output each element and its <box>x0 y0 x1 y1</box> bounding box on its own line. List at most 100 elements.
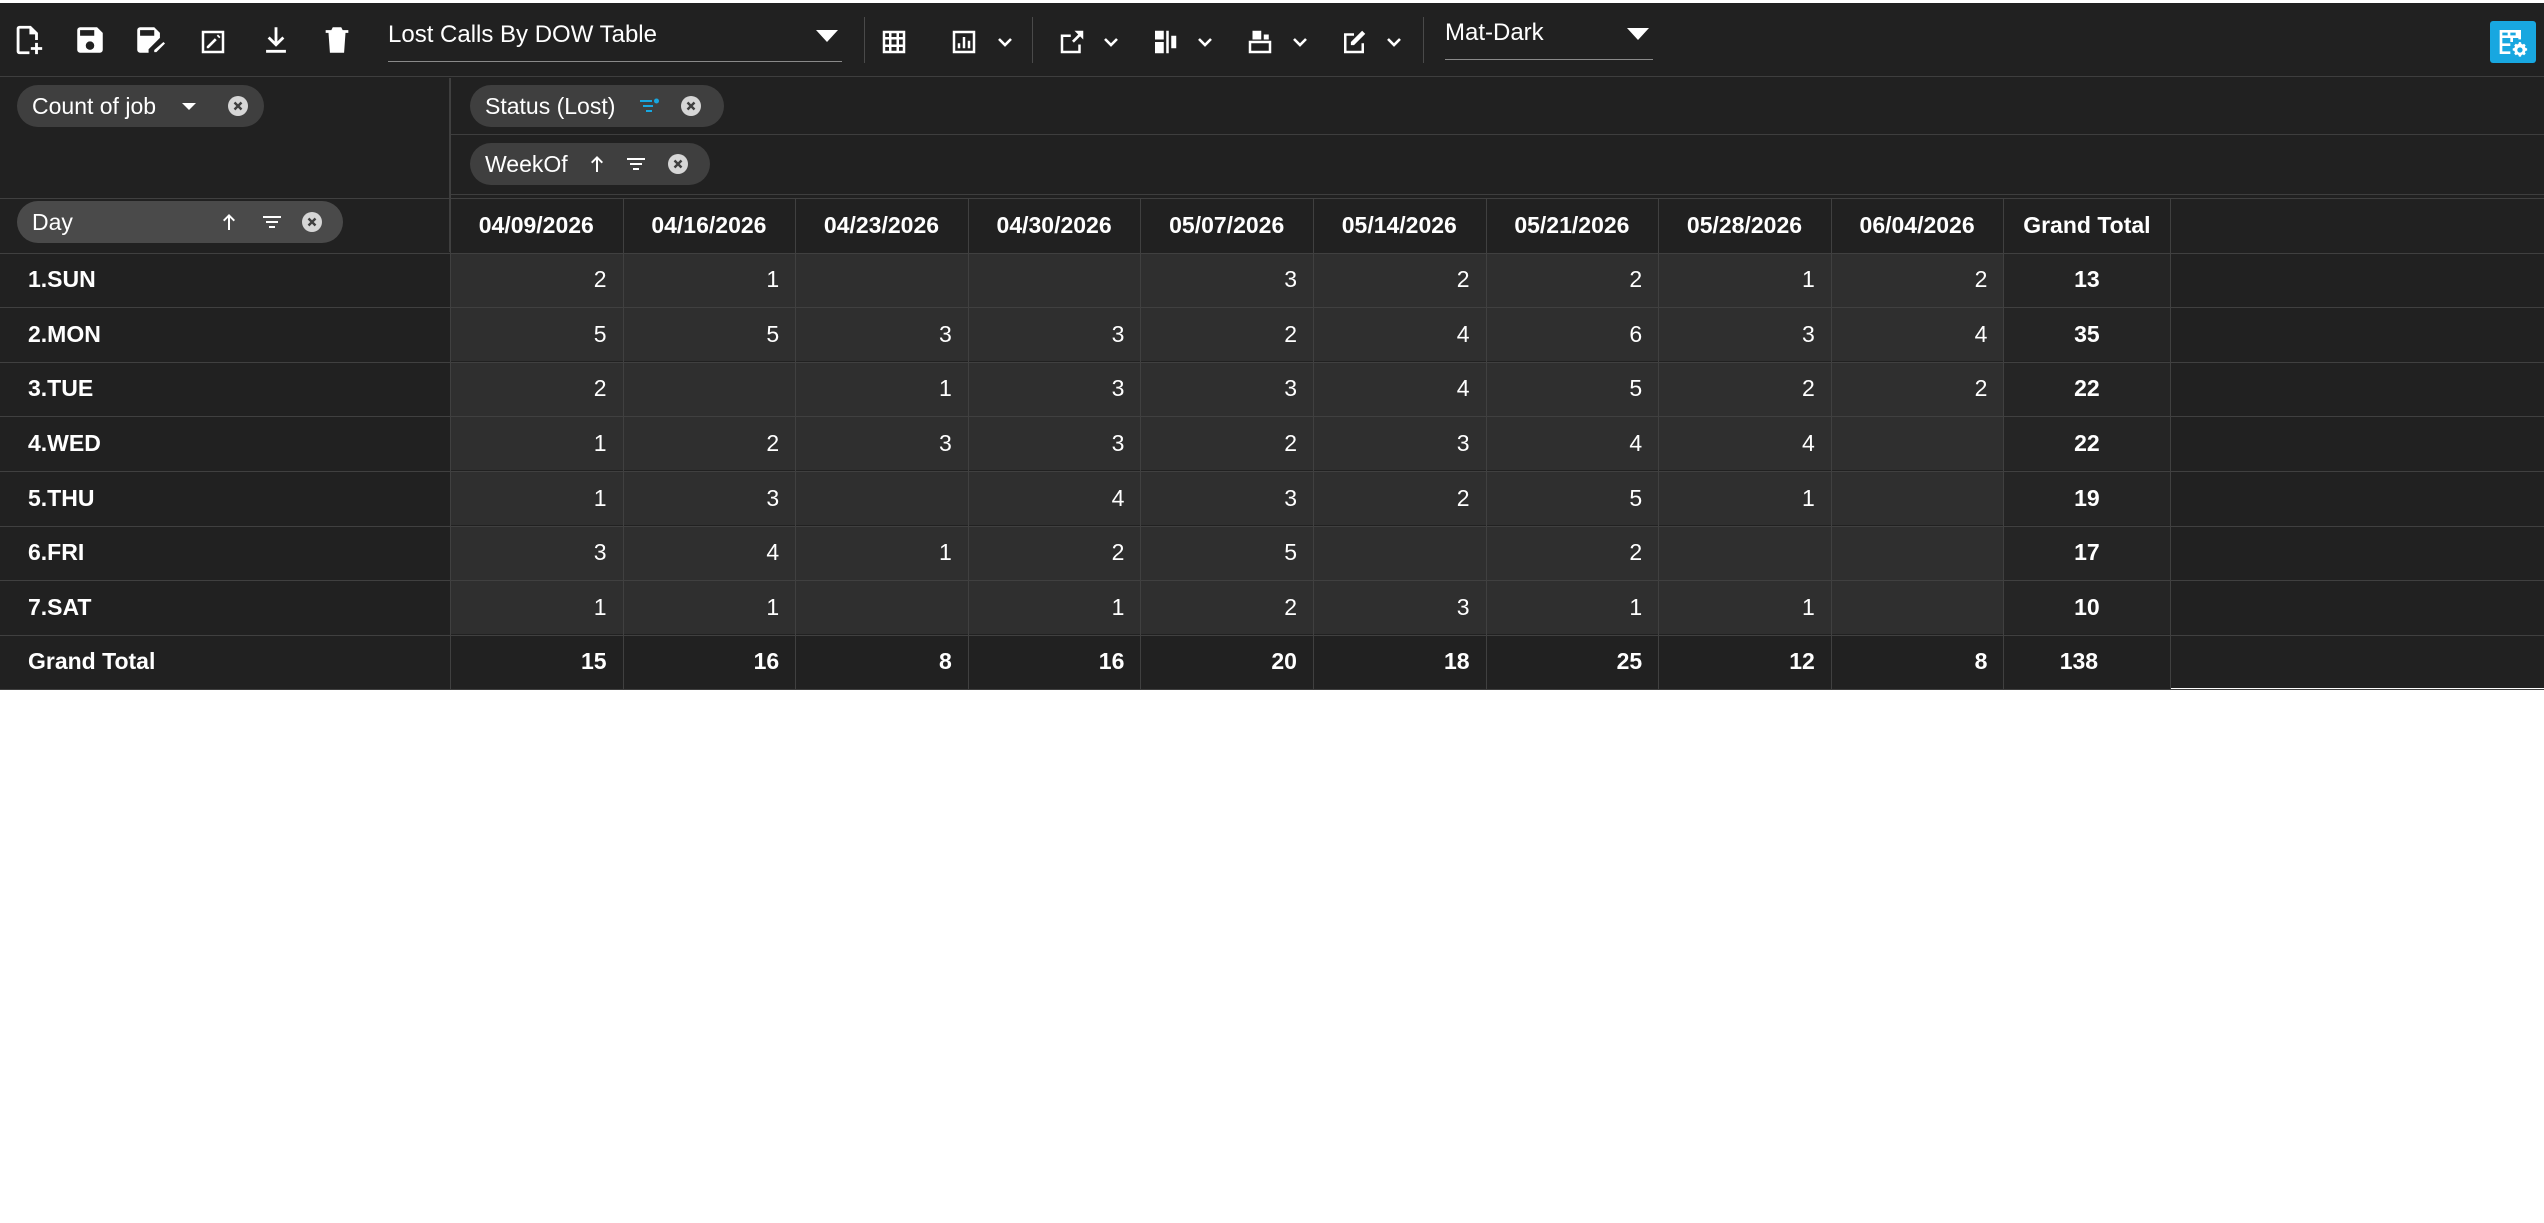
table-cell[interactable]: 1 <box>450 580 623 635</box>
grand-total-cell[interactable]: 15 <box>450 634 623 689</box>
table-cell[interactable]: 6 <box>1485 307 1659 362</box>
table-cell[interactable]: 2 <box>967 525 1141 580</box>
grand-total-cell[interactable]: 8 <box>1830 634 2004 689</box>
filter-icon[interactable] <box>637 94 661 118</box>
table-cell[interactable]: 3 <box>967 307 1141 362</box>
delete-icon[interactable] <box>315 18 359 62</box>
chevron-down-icon[interactable] <box>1382 30 1406 54</box>
settings-icon[interactable] <box>2490 21 2536 63</box>
table-cell[interactable]: 4 <box>967 471 1141 525</box>
table-cell[interactable] <box>795 580 968 635</box>
table-cell[interactable]: 2 <box>622 416 796 471</box>
table-cell[interactable]: 2 <box>1485 525 1659 580</box>
grand-total-cell[interactable]: 20 <box>1140 634 1313 689</box>
row-header[interactable]: 6.FRI <box>0 525 450 580</box>
download-icon[interactable] <box>254 18 298 62</box>
table-cell[interactable] <box>795 471 968 525</box>
table-cell[interactable]: 1 <box>1658 252 1831 307</box>
table-cell[interactable]: 5 <box>622 307 796 362</box>
chevron-down-icon[interactable] <box>993 30 1017 54</box>
table-cell[interactable]: 1 <box>450 471 623 525</box>
table-cell[interactable] <box>967 252 1141 307</box>
table-cell[interactable]: 2 <box>1485 252 1659 307</box>
table-cell[interactable]: 1 <box>1658 471 1831 525</box>
table-cell[interactable]: 4 <box>1313 361 1486 416</box>
table-cell[interactable]: 3 <box>1313 580 1486 635</box>
table-cell[interactable]: 2 <box>1140 580 1313 635</box>
table-cell[interactable]: 2 <box>1140 416 1313 471</box>
row-grand-total[interactable]: 19 <box>2003 471 2171 525</box>
edit-icon[interactable] <box>1332 20 1376 64</box>
table-cell[interactable]: 1 <box>967 580 1141 635</box>
column-header[interactable]: 05/14/2026 <box>1313 198 1486 252</box>
row-header[interactable]: 7.SAT <box>0 580 450 635</box>
table-cell[interactable]: 1 <box>450 416 623 471</box>
row-grand-total[interactable]: 13 <box>2003 252 2171 307</box>
grand-total-cell[interactable]: 8 <box>795 634 968 689</box>
table-cell[interactable]: 3 <box>967 416 1141 471</box>
close-icon[interactable] <box>679 94 703 118</box>
row-grand-total[interactable]: 35 <box>2003 307 2171 362</box>
table-cell[interactable] <box>622 361 796 416</box>
column-header[interactable]: 05/21/2026 <box>1485 198 1659 252</box>
table-cell[interactable]: 4 <box>1658 416 1831 471</box>
measure-chip[interactable]: Count of job <box>17 85 264 127</box>
export-icon[interactable] <box>1050 20 1094 64</box>
column-header[interactable]: 04/09/2026 <box>450 198 623 252</box>
table-cell[interactable]: 1 <box>1658 580 1831 635</box>
chevron-down-icon[interactable] <box>1288 30 1312 54</box>
grand-total-cell[interactable]: 25 <box>1485 634 1659 689</box>
table-cell[interactable]: 4 <box>622 525 796 580</box>
column-header[interactable]: 05/28/2026 <box>1658 198 1831 252</box>
grand-total-overall[interactable]: 138 <box>2003 634 2171 689</box>
table-cell[interactable] <box>1658 525 1831 580</box>
table-cell[interactable]: 4 <box>1313 307 1486 362</box>
save-as-icon[interactable] <box>128 18 172 62</box>
filter-icon[interactable] <box>624 152 648 176</box>
table-cell[interactable]: 3 <box>1658 307 1831 362</box>
new-report-icon[interactable] <box>6 18 50 62</box>
row-grand-total[interactable]: 10 <box>2003 580 2171 635</box>
sort-ascending-icon[interactable] <box>585 152 609 176</box>
row-grand-total[interactable]: 22 <box>2003 416 2171 471</box>
grand-total-cell[interactable]: 16 <box>967 634 1141 689</box>
rename-icon[interactable] <box>191 20 235 64</box>
save-icon[interactable] <box>68 18 112 62</box>
row-header[interactable]: 2.MON <box>0 307 450 362</box>
table-cell[interactable]: 4 <box>1830 307 2004 362</box>
table-cell[interactable]: 2 <box>1830 361 2004 416</box>
table-cell[interactable]: 2 <box>1140 307 1313 362</box>
column-field-chip-weekof[interactable]: WeekOf <box>470 143 710 185</box>
table-cell[interactable]: 2 <box>1658 361 1831 416</box>
table-cell[interactable]: 4 <box>1485 416 1659 471</box>
table-cell[interactable]: 3 <box>1140 361 1313 416</box>
table-cell[interactable]: 3 <box>795 307 968 362</box>
column-field-chip-status[interactable]: Status (Lost) <box>470 85 724 127</box>
table-cell[interactable]: 2 <box>450 361 623 416</box>
chevron-down-icon[interactable] <box>1193 30 1217 54</box>
column-header[interactable]: 04/30/2026 <box>967 198 1141 252</box>
theme-select[interactable]: Mat-Dark <box>1445 13 1653 60</box>
table-cell[interactable] <box>1830 580 2004 635</box>
row-grand-total[interactable]: 17 <box>2003 525 2171 580</box>
table-cell[interactable]: 1 <box>795 525 968 580</box>
caret-down-icon[interactable] <box>177 94 201 118</box>
table-cell[interactable]: 3 <box>450 525 623 580</box>
row-header[interactable]: 4.WED <box>0 416 450 471</box>
table-cell[interactable] <box>795 252 968 307</box>
row-field-chip-day[interactable]: Day <box>17 201 343 243</box>
table-cell[interactable]: 5 <box>1485 471 1659 525</box>
column-header[interactable]: 04/16/2026 <box>622 198 796 252</box>
column-header[interactable]: 04/23/2026 <box>795 198 968 252</box>
table-cell[interactable]: 1 <box>622 580 796 635</box>
table-cell[interactable]: 1 <box>1485 580 1659 635</box>
column-header[interactable]: 06/04/2026 <box>1830 198 2004 252</box>
grid-icon[interactable] <box>872 20 916 64</box>
column-header[interactable]: 05/07/2026 <box>1140 198 1313 252</box>
table-cell[interactable]: 5 <box>1140 525 1313 580</box>
options-icon[interactable] <box>1238 20 1282 64</box>
table-cell[interactable] <box>1830 525 2004 580</box>
grand-total-cell[interactable]: 18 <box>1313 634 1486 689</box>
row-grand-total[interactable]: 22 <box>2003 361 2171 416</box>
sort-ascending-icon[interactable] <box>217 210 241 234</box>
